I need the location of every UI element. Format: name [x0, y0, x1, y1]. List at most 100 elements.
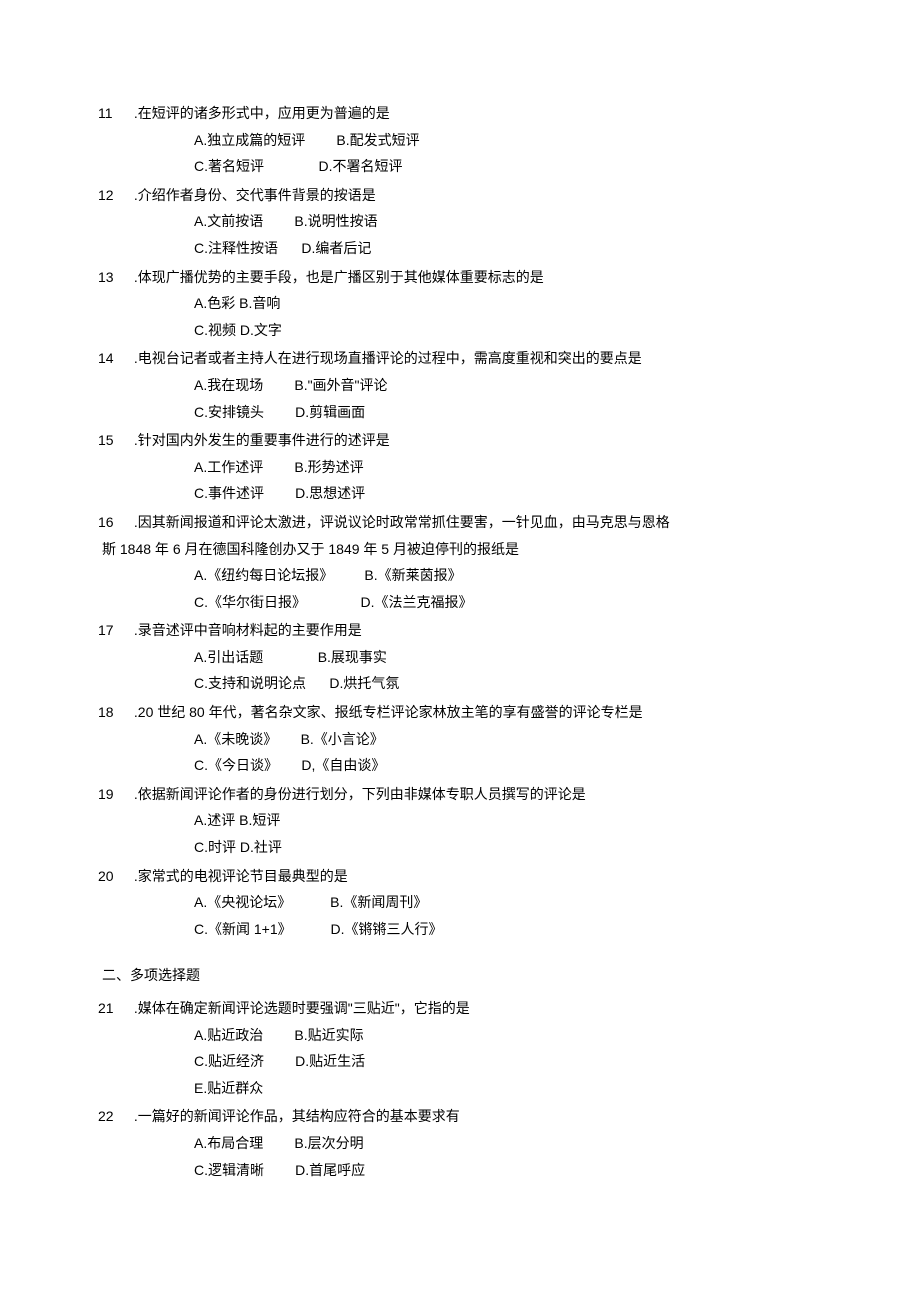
option-c: C.贴近经济: [194, 1053, 264, 1069]
option-a: A.独立成篇的短评: [194, 132, 305, 148]
option-d: D.《锵锵三人行》: [331, 921, 443, 937]
option-row: C.支持和说明论点 D.烘托气氛: [194, 670, 800, 697]
stem-text: .介绍作者身份、交代事件背景的按语是: [130, 187, 376, 203]
option-c: C.著名短评: [194, 158, 264, 174]
question-17: 17 .录音述评中音响材料起的主要作用是 A.引出话题 B.展现事实 C.支持和…: [130, 617, 800, 697]
option-d: D.编者后记: [301, 240, 371, 256]
option-row: C.时评 D.社评: [194, 834, 800, 861]
option-row: C.安排镜头 D.剪辑画面: [194, 399, 800, 426]
option-a: A.引出话题: [194, 649, 263, 665]
option-d: D.思想述评: [295, 485, 365, 501]
option-row: C.贴近经济 D.贴近生活: [194, 1048, 800, 1075]
option-row: A.独立成篇的短评 B.配发式短评: [194, 127, 800, 154]
question-14: 14 .电视台记者或者主持人在进行现场直播评论的过程中，需高度重视和突出的要点是…: [130, 345, 800, 425]
option-b: B.展现事实: [318, 649, 387, 665]
option-row: A.《纽约每日论坛报》 B.《新莱茵报》: [194, 562, 800, 589]
option-row: C.著名短评 D.不署名短评: [194, 153, 800, 180]
option-row: A.色彩 B.音响: [194, 290, 800, 317]
option-d: D.剪辑画面: [295, 404, 365, 420]
question-18: 18 .20 世纪 80 年代，著名杂文家、报纸专栏评论家林放主笔的享有盛誉的评…: [130, 699, 800, 779]
option-cd: C.时评 D.社评: [194, 839, 282, 855]
question-stem: 13 .体现广播优势的主要手段，也是广播区别于其他媒体重要标志的是: [130, 264, 800, 291]
exam-page: 11 .在短评的诸多形式中，应用更为普遍的是 A.独立成篇的短评 B.配发式短评…: [0, 0, 920, 1301]
option-row: E.贴近群众: [194, 1075, 800, 1102]
option-b: B.《新莱茵报》: [364, 567, 461, 583]
option-row: A.引出话题 B.展现事实: [194, 644, 800, 671]
option-b: B.形势述评: [294, 459, 363, 475]
option-row: C.《华尔街日报》 D.《法兰克福报》: [194, 589, 800, 616]
question-stem: 20 .家常式的电视评论节目最典型的是: [130, 863, 800, 890]
option-d: D.《法兰克福报》: [360, 594, 472, 610]
options: A.色彩 B.音响 C.视频 D.文字: [130, 290, 800, 343]
stem-text: .在短评的诸多形式中，应用更为普遍的是: [130, 105, 390, 121]
option-b: B.层次分明: [294, 1135, 363, 1151]
question-22: 22 .一篇好的新闻评论作品，其结构应符合的基本要求有 A.布局合理 B.层次分…: [130, 1103, 800, 1183]
option-a: A.《未晚谈》: [194, 731, 277, 747]
option-row: C.《今日谈》 D,《自由谈》: [194, 752, 800, 779]
stem-text: .家常式的电视评论节目最典型的是: [130, 868, 348, 884]
stem-text: .20 世纪 80 年代，著名杂文家、报纸专栏评论家林放主笔的享有盛誉的评论专栏…: [130, 704, 643, 720]
option-e: E.贴近群众: [194, 1080, 263, 1096]
question-stem: 17 .录音述评中音响材料起的主要作用是: [130, 617, 800, 644]
question-12: 12 .介绍作者身份、交代事件背景的按语是 A.文前按语 B.说明性按语 C.注…: [130, 182, 800, 262]
option-row: C.《新闻 1+1》 D.《锵锵三人行》: [194, 916, 800, 943]
option-c: C.支持和说明论点: [194, 675, 306, 691]
option-a: A.我在现场: [194, 377, 263, 393]
option-row: A.工作述评 B.形势述评: [194, 454, 800, 481]
stem-text: .依据新闻评论作者的身份进行划分，下列由非媒体专职人员撰写的评论是: [130, 786, 586, 802]
option-row: A.我在现场 B."画外音"评论: [194, 372, 800, 399]
option-d: D.烘托气氛: [329, 675, 399, 691]
option-c: C.安排镜头: [194, 404, 264, 420]
question-stem: 19 .依据新闻评论作者的身份进行划分，下列由非媒体专职人员撰写的评论是: [130, 781, 800, 808]
option-c: C.事件述评: [194, 485, 264, 501]
option-b: B.说明性按语: [294, 213, 377, 229]
option-row: A.文前按语 B.说明性按语: [194, 208, 800, 235]
option-row: C.事件述评 D.思想述评: [194, 480, 800, 507]
question-13: 13 .体现广播优势的主要手段，也是广播区别于其他媒体重要标志的是 A.色彩 B…: [130, 264, 800, 344]
question-stem: 11 .在短评的诸多形式中，应用更为普遍的是: [130, 100, 800, 127]
option-b: B.《小言论》: [301, 731, 384, 747]
stem-text: .体现广播优势的主要手段，也是广播区别于其他媒体重要标志的是: [130, 269, 544, 285]
option-b: B.《新闻周刊》: [330, 894, 427, 910]
options: A.文前按语 B.说明性按语 C.注释性按语 D.编者后记: [130, 208, 800, 261]
option-row: C.逻辑清晰 D.首尾呼应: [194, 1157, 800, 1184]
option-a: A.《纽约每日论坛报》: [194, 567, 333, 583]
option-row: A.《央视论坛》 B.《新闻周刊》: [194, 889, 800, 916]
stem-text: .电视台记者或者主持人在进行现场直播评论的过程中，需高度重视和突出的要点是: [130, 350, 642, 366]
question-stem: 12 .介绍作者身份、交代事件背景的按语是: [130, 182, 800, 209]
option-d: D.贴近生活: [295, 1053, 365, 1069]
options: A.《纽约每日论坛报》 B.《新莱茵报》 C.《华尔街日报》 D.《法兰克福报》: [130, 562, 800, 615]
options: A.述评 B.短评 C.时评 D.社评: [130, 807, 800, 860]
option-b: B.配发式短评: [336, 132, 419, 148]
question-stem: 15 .针对国内外发生的重要事件进行的述评是: [130, 427, 800, 454]
option-a: A.《央视论坛》: [194, 894, 291, 910]
option-row: A.贴近政治 B.贴近实际: [194, 1022, 800, 1049]
question-19: 19 .依据新闻评论作者的身份进行划分，下列由非媒体专职人员撰写的评论是 A.述…: [130, 781, 800, 861]
option-c: C.《新闻 1+1》: [194, 921, 292, 937]
question-20: 20 .家常式的电视评论节目最典型的是 A.《央视论坛》 B.《新闻周刊》 C.…: [130, 863, 800, 943]
options: A.《未晚谈》 B.《小言论》 C.《今日谈》 D,《自由谈》: [130, 726, 800, 779]
option-c: C.《今日谈》: [194, 757, 278, 773]
option-c: C.注释性按语: [194, 240, 278, 256]
question-11: 11 .在短评的诸多形式中，应用更为普遍的是 A.独立成篇的短评 B.配发式短评…: [130, 100, 800, 180]
options: A.工作述评 B.形势述评 C.事件述评 D.思想述评: [130, 454, 800, 507]
option-d: D.首尾呼应: [295, 1162, 365, 1178]
option-d: D,《自由谈》: [301, 757, 385, 773]
question-stem: 18 .20 世纪 80 年代，著名杂文家、报纸专栏评论家林放主笔的享有盛誉的评…: [130, 699, 800, 726]
options: A.布局合理 B.层次分明 C.逻辑清晰 D.首尾呼应: [130, 1130, 800, 1183]
stem-text: .一篇好的新闻评论作品，其结构应符合的基本要求有: [130, 1108, 460, 1124]
option-cd: C.视频 D.文字: [194, 322, 282, 338]
option-row: C.视频 D.文字: [194, 317, 800, 344]
question-stem: 14 .电视台记者或者主持人在进行现场直播评论的过程中，需高度重视和突出的要点是: [130, 345, 800, 372]
option-a: A.文前按语: [194, 213, 263, 229]
section-heading: 二、多项选择题: [102, 962, 800, 989]
options: A.独立成篇的短评 B.配发式短评 C.著名短评 D.不署名短评: [130, 127, 800, 180]
option-a: A.布局合理: [194, 1135, 263, 1151]
question-21: 21 .媒体在确定新闻评论选题时要强调"三贴近"，它指的是 A.贴近政治 B.贴…: [130, 995, 800, 1101]
option-c: C.《华尔街日报》: [194, 594, 306, 610]
question-16: 16 .因其新闻报道和评论太激进，评说议论时政常常抓住要害，一针见血，由马克思与…: [130, 509, 800, 615]
option-a: A.工作述评: [194, 459, 263, 475]
stem-text: .媒体在确定新闻评论选题时要强调"三贴近"，它指的是: [130, 1000, 470, 1016]
options: A.我在现场 B."画外音"评论 C.安排镜头 D.剪辑画面: [130, 372, 800, 425]
stem-text: .针对国内外发生的重要事件进行的述评是: [130, 432, 390, 448]
